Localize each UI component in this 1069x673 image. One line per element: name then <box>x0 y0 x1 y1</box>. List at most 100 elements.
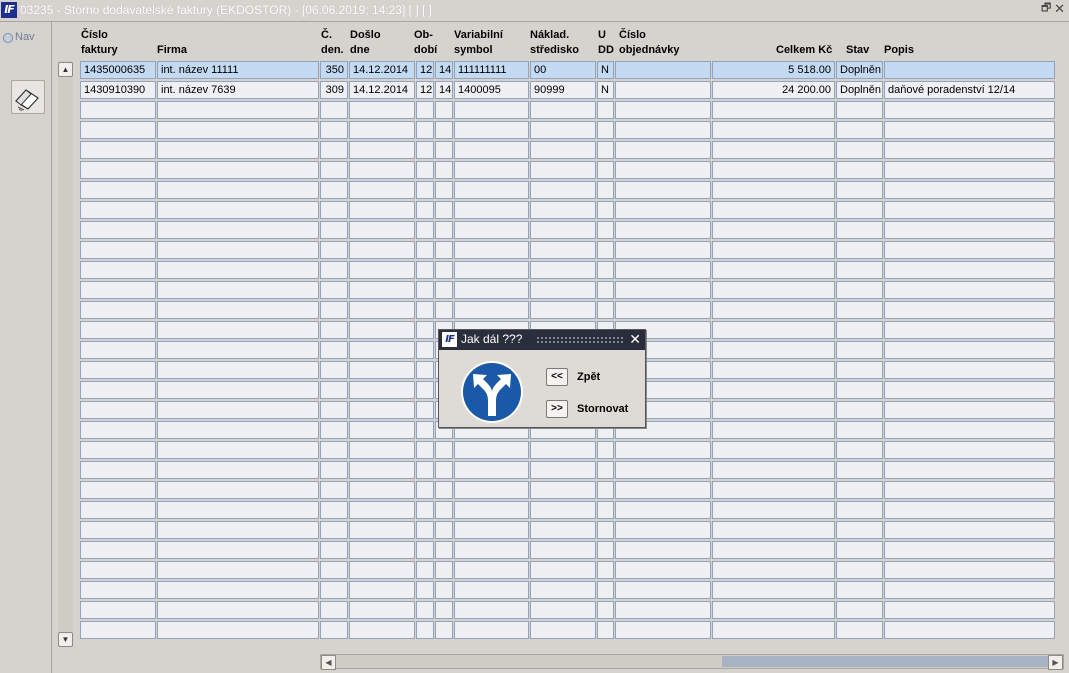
cell-naklad-stredisko[interactable] <box>530 121 596 139</box>
cell-udd[interactable] <box>597 621 614 639</box>
cell-doslo-dne[interactable] <box>349 161 415 179</box>
cell-firma[interactable] <box>157 481 319 499</box>
cell-obdobi-1[interactable] <box>416 521 434 539</box>
cell-obdobi-2[interactable] <box>435 101 453 119</box>
cell-cislo-objednavky[interactable] <box>615 241 711 259</box>
horizontal-scrollbar[interactable]: ◀ ▶ <box>320 654 1064 670</box>
cell-obdobi-1[interactable] <box>416 621 434 639</box>
cell-celkem-kc[interactable] <box>712 361 835 379</box>
cell-cislo-objednavky[interactable] <box>615 121 711 139</box>
cell-variabilni-symbol[interactable] <box>454 601 529 619</box>
cell-udd[interactable] <box>597 121 614 139</box>
cell-obdobi-2[interactable] <box>435 561 453 579</box>
cell-cislo-faktury[interactable] <box>80 501 156 519</box>
cell-popis[interactable] <box>884 461 1055 479</box>
cell-popis[interactable] <box>884 301 1055 319</box>
cell-variabilni-symbol[interactable]: 111111111 <box>454 61 529 79</box>
cell-cislo-faktury[interactable] <box>80 261 156 279</box>
cell-variabilni-symbol[interactable] <box>454 181 529 199</box>
cell-doslo-dne[interactable] <box>349 241 415 259</box>
cell-cislo-objednavky[interactable] <box>615 601 711 619</box>
cell-c-den[interactable] <box>320 321 348 339</box>
cell-naklad-stredisko[interactable] <box>530 441 596 459</box>
scroll-up-icon[interactable]: ▲ <box>58 62 73 77</box>
cell-udd[interactable] <box>597 461 614 479</box>
cell-doslo-dne[interactable] <box>349 481 415 499</box>
stornovat-button[interactable]: >> <box>546 400 568 418</box>
cell-firma[interactable] <box>157 141 319 159</box>
cell-udd[interactable]: N <box>597 81 614 99</box>
cell-cislo-objednavky[interactable] <box>615 481 711 499</box>
cell-stav[interactable] <box>836 561 883 579</box>
cell-cislo-faktury[interactable] <box>80 561 156 579</box>
cell-stav[interactable] <box>836 461 883 479</box>
cell-obdobi-1[interactable] <box>416 181 434 199</box>
cell-cislo-objednavky[interactable] <box>615 261 711 279</box>
cell-doslo-dne[interactable] <box>349 221 415 239</box>
cell-firma[interactable] <box>157 261 319 279</box>
cell-obdobi-2[interactable]: 14 <box>435 81 453 99</box>
cell-udd[interactable] <box>597 301 614 319</box>
cell-udd[interactable] <box>597 561 614 579</box>
cell-variabilni-symbol[interactable] <box>454 541 529 559</box>
cell-obdobi-1[interactable] <box>416 561 434 579</box>
cell-firma[interactable] <box>157 221 319 239</box>
cell-obdobi-1[interactable] <box>416 581 434 599</box>
cell-variabilni-symbol[interactable] <box>454 481 529 499</box>
cell-cislo-faktury[interactable] <box>80 481 156 499</box>
cell-obdobi-2[interactable] <box>435 581 453 599</box>
cell-stav[interactable] <box>836 621 883 639</box>
cell-cislo-faktury[interactable] <box>80 201 156 219</box>
cell-variabilni-symbol[interactable] <box>454 201 529 219</box>
cell-obdobi-1[interactable] <box>416 421 434 439</box>
cell-cislo-faktury[interactable] <box>80 401 156 419</box>
cell-popis[interactable] <box>884 581 1055 599</box>
cell-c-den[interactable] <box>320 301 348 319</box>
cell-variabilni-symbol[interactable] <box>454 501 529 519</box>
cell-cislo-faktury[interactable] <box>80 601 156 619</box>
cell-stav[interactable] <box>836 261 883 279</box>
cell-cislo-faktury[interactable] <box>80 521 156 539</box>
cell-cislo-faktury[interactable] <box>80 141 156 159</box>
cell-udd[interactable]: N <box>597 61 614 79</box>
cell-naklad-stredisko[interactable] <box>530 181 596 199</box>
cell-c-den[interactable] <box>320 421 348 439</box>
cell-c-den[interactable] <box>320 601 348 619</box>
cell-obdobi-1[interactable] <box>416 161 434 179</box>
cell-stav[interactable] <box>836 141 883 159</box>
cell-firma[interactable] <box>157 241 319 259</box>
cell-stav[interactable] <box>836 401 883 419</box>
column-header-stav[interactable]: Stav <box>846 28 869 58</box>
cell-popis[interactable] <box>884 481 1055 499</box>
cell-variabilni-symbol[interactable] <box>454 561 529 579</box>
cell-c-den[interactable] <box>320 101 348 119</box>
cell-stav[interactable] <box>836 241 883 259</box>
cell-cislo-objednavky[interactable] <box>615 181 711 199</box>
cell-celkem-kc[interactable] <box>712 421 835 439</box>
cell-obdobi-2[interactable] <box>435 281 453 299</box>
cell-cislo-faktury[interactable] <box>80 241 156 259</box>
cell-c-den[interactable] <box>320 241 348 259</box>
cell-cislo-faktury[interactable] <box>80 301 156 319</box>
cell-obdobi-1[interactable]: 12 <box>416 81 434 99</box>
cell-udd[interactable] <box>597 541 614 559</box>
cell-obdobi-1[interactable] <box>416 481 434 499</box>
cell-obdobi-1[interactable] <box>416 401 434 419</box>
cell-cislo-objednavky[interactable] <box>615 521 711 539</box>
cell-firma[interactable] <box>157 181 319 199</box>
cell-popis[interactable] <box>884 61 1055 79</box>
cell-obdobi-1[interactable] <box>416 121 434 139</box>
cell-obdobi-1[interactable] <box>416 361 434 379</box>
cell-c-den[interactable] <box>320 201 348 219</box>
cell-firma[interactable] <box>157 281 319 299</box>
cell-doslo-dne[interactable]: 14.12.2014 <box>349 61 415 79</box>
cell-c-den[interactable] <box>320 581 348 599</box>
cell-c-den[interactable] <box>320 161 348 179</box>
cell-obdobi-1[interactable] <box>416 441 434 459</box>
cell-firma[interactable] <box>157 601 319 619</box>
column-header-popis[interactable]: Popis <box>884 28 914 58</box>
cell-cislo-faktury[interactable] <box>80 121 156 139</box>
cell-popis[interactable] <box>884 601 1055 619</box>
cell-obdobi-2[interactable] <box>435 521 453 539</box>
cell-c-den[interactable] <box>320 401 348 419</box>
